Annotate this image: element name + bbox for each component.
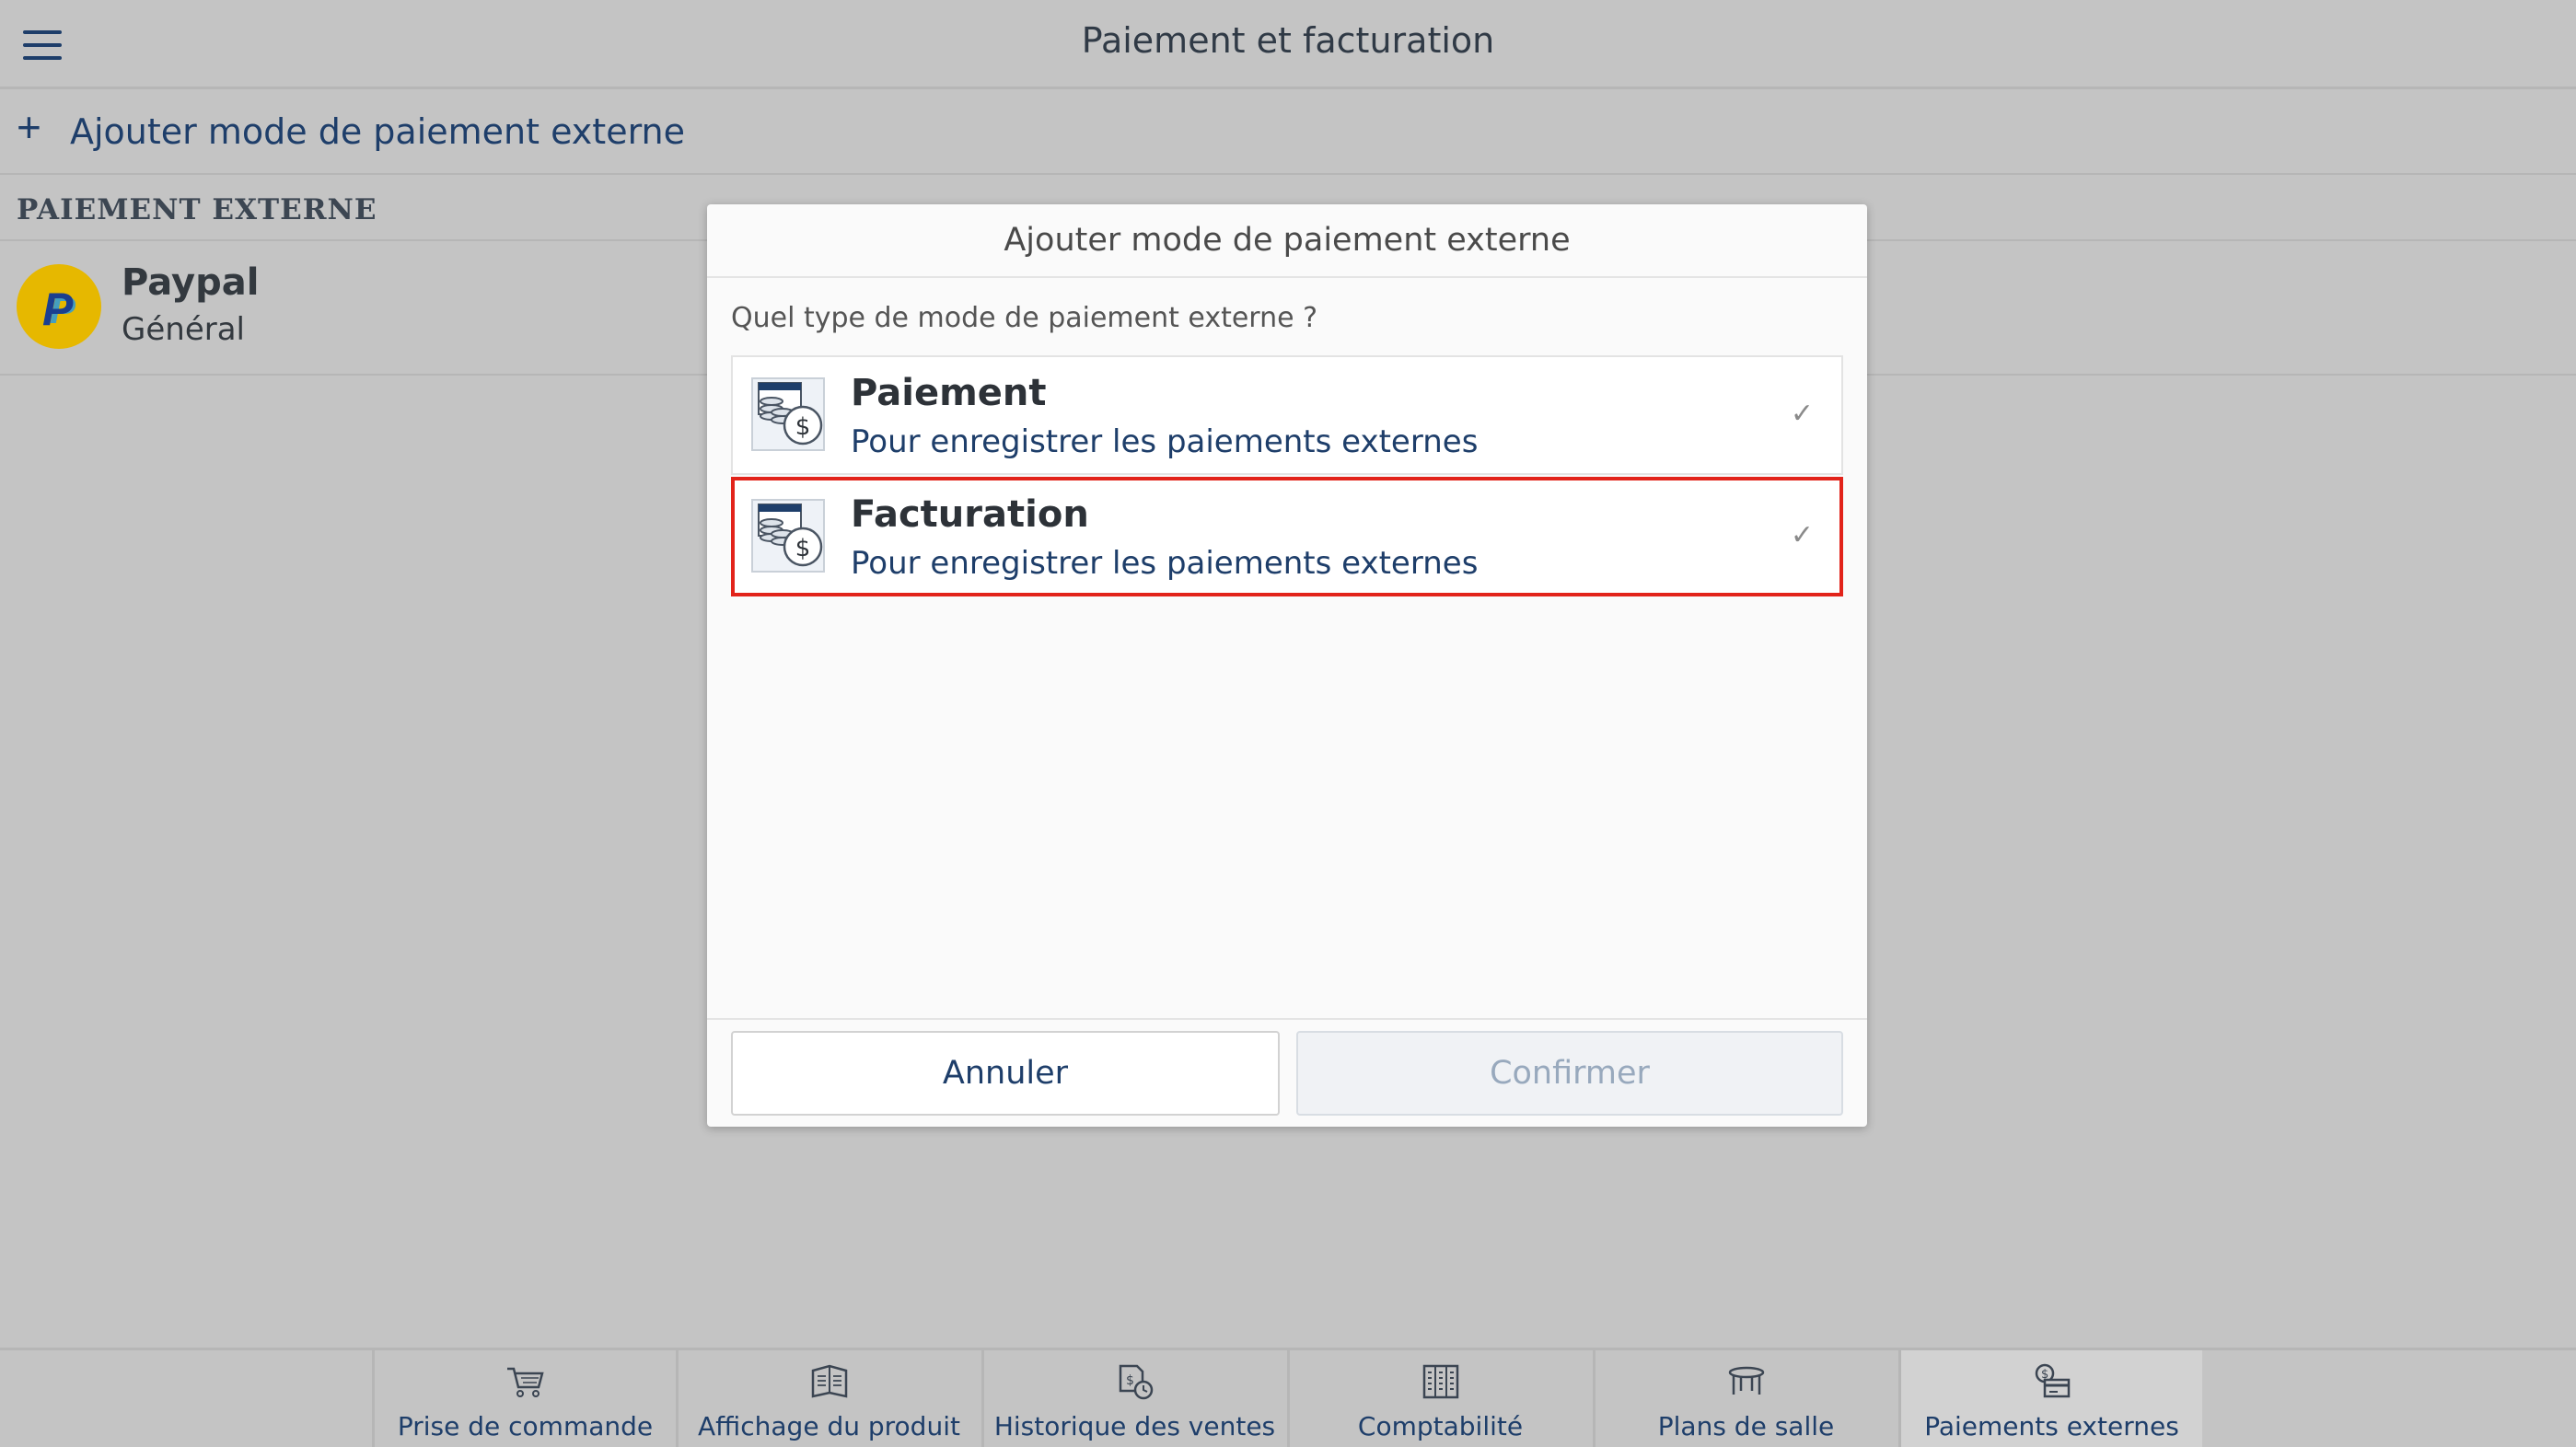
- confirm-button[interactable]: Confirmer: [1296, 1031, 1843, 1116]
- nav-label: Prise de commande: [397, 1411, 654, 1441]
- table-icon: [1728, 1366, 1764, 1395]
- nav-item-paiements-externes[interactable]: $ Paiements externes: [1898, 1350, 2202, 1447]
- payment-subtitle: Général: [122, 311, 245, 348]
- nav-item-plans-de-salle[interactable]: Plans de salle: [1593, 1350, 1897, 1447]
- cart-icon: [506, 1367, 544, 1397]
- nav-label: Paiements externes: [1924, 1411, 2179, 1441]
- paypal-logo-icon: PP: [17, 264, 101, 349]
- nav-item-comptabilite[interactable]: Comptabilité: [1287, 1350, 1591, 1447]
- bottom-nav: Prise de commande Affichage du produit $…: [0, 1348, 2576, 1447]
- svg-text:$: $: [795, 535, 811, 562]
- nav-item-prise-de-commande[interactable]: Prise de commande: [372, 1350, 676, 1447]
- svg-text:$: $: [1126, 1373, 1134, 1388]
- section-title: PAIEMENT EXTERNE: [17, 193, 377, 226]
- nav-label: Historique des ventes: [993, 1411, 1276, 1441]
- billing-type-icon: $: [751, 499, 825, 573]
- option-name: Facturation: [851, 493, 1089, 536]
- option-paiement[interactable]: $ Paiement Pour enregistrer les paiement…: [731, 355, 1843, 475]
- top-bar: Paiement et facturation: [0, 0, 2576, 89]
- plus-icon: +: [17, 103, 41, 151]
- option-name: Paiement: [851, 372, 1047, 414]
- dialog-title: Ajouter mode de paiement externe: [707, 204, 1867, 278]
- option-description: Pour enregistrer les paiements externes: [851, 423, 1479, 460]
- dialog-footer: Annuler Confirmer: [707, 1018, 1867, 1129]
- accounting-icon: [1422, 1364, 1458, 1399]
- add-payment-dialog: Ajouter mode de paiement externe Quel ty…: [707, 204, 1867, 1127]
- nav-item-historique-des-ventes[interactable]: $ Historique des ventes: [981, 1350, 1285, 1447]
- add-external-payment-label: Ajouter mode de paiement externe: [70, 111, 685, 152]
- option-facturation[interactable]: $ Facturation Pour enregistrer les paiem…: [731, 477, 1843, 596]
- cancel-button[interactable]: Annuler: [731, 1031, 1280, 1116]
- check-icon: ✓: [1790, 520, 1814, 550]
- product-display-icon: [811, 1364, 847, 1398]
- nav-label: Comptabilité: [1357, 1411, 1524, 1441]
- add-external-payment-button[interactable]: + Ajouter mode de paiement externe: [0, 89, 2576, 175]
- dialog-question: Quel type de mode de paiement externe ?: [731, 302, 1318, 334]
- payment-type-icon: $: [751, 377, 825, 451]
- check-icon: ✓: [1790, 399, 1814, 429]
- external-payment-icon: $: [2035, 1363, 2070, 1398]
- page-title: Paiement et facturation: [1081, 20, 1495, 61]
- option-description: Pour enregistrer les paiements externes: [851, 545, 1479, 582]
- nav-item-affichage-du-produit[interactable]: Affichage du produit: [676, 1350, 980, 1447]
- svg-text:$: $: [795, 413, 811, 441]
- nav-label: Plans de salle: [1657, 1411, 1835, 1441]
- payment-name: Paypal: [122, 261, 260, 304]
- sales-history-icon: $: [1119, 1364, 1153, 1400]
- nav-label: Affichage du produit: [698, 1411, 960, 1441]
